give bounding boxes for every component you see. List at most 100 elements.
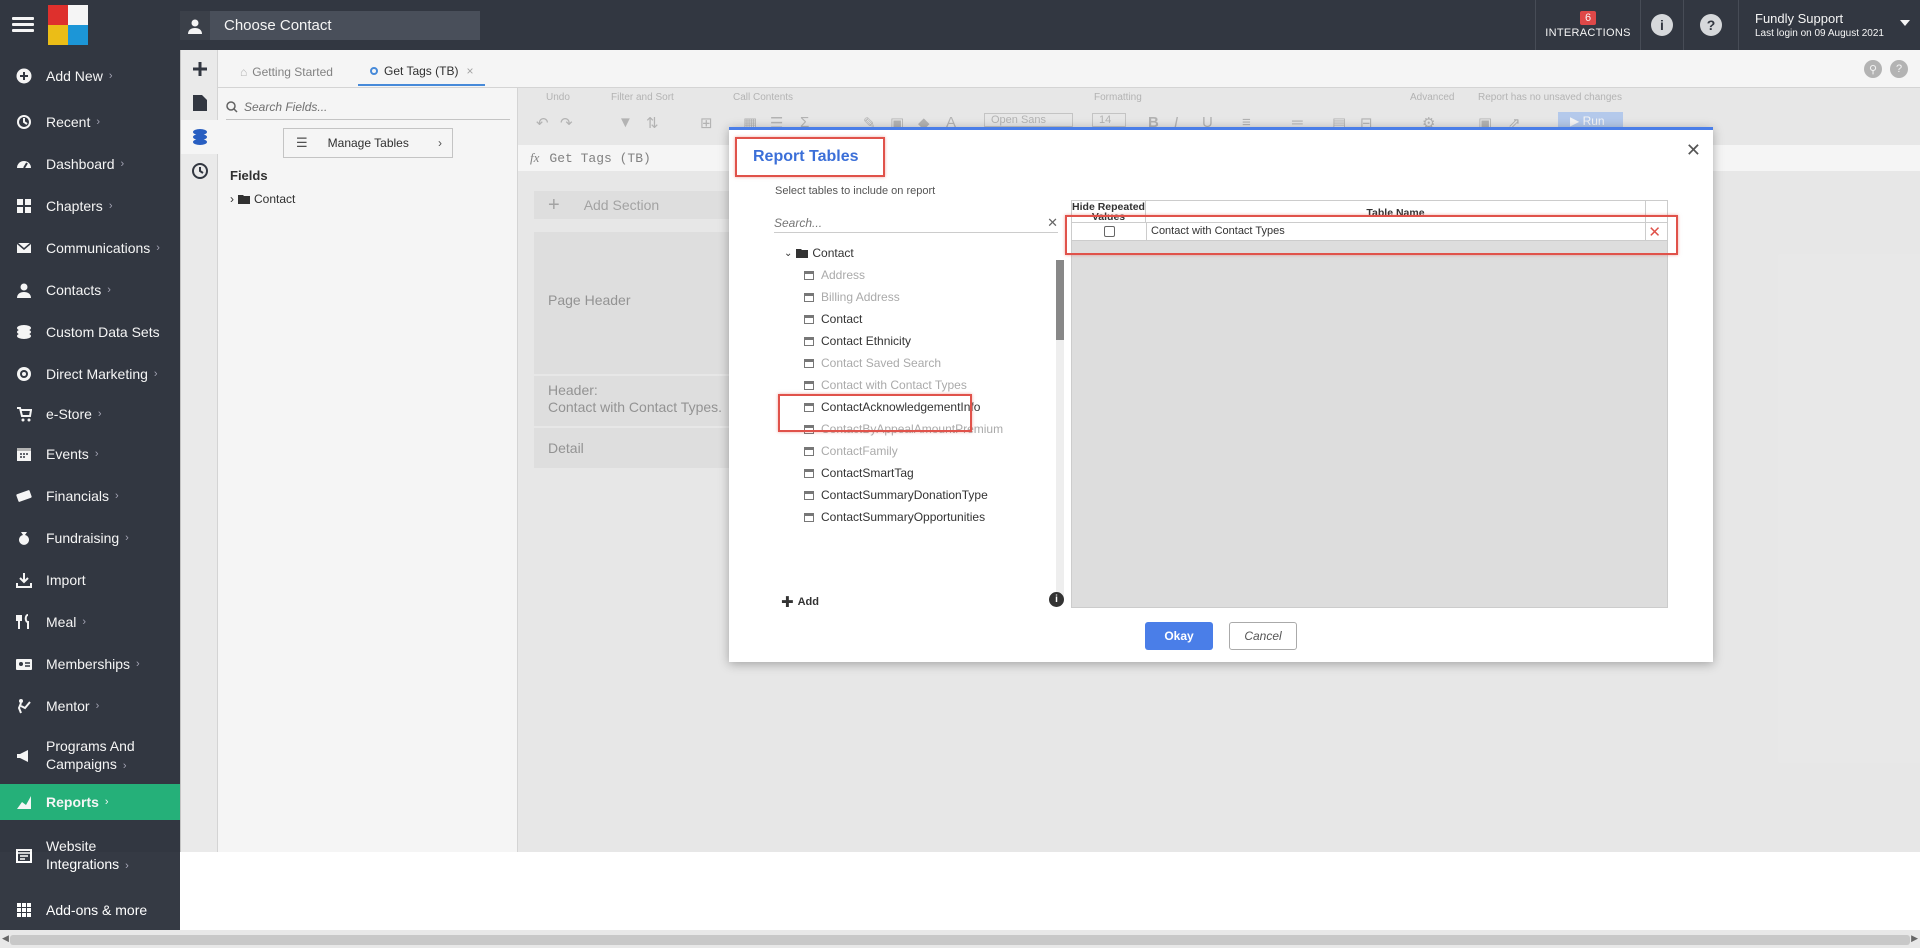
interactions-button[interactable]: 6 INTERACTIONS bbox=[1535, 0, 1640, 50]
chevron-right-icon: › bbox=[97, 408, 102, 420]
scrollbar-thumb[interactable] bbox=[1056, 260, 1064, 340]
chevron-down-icon[interactable]: ⌄ bbox=[784, 248, 792, 259]
add-table-button[interactable]: ✚ Add bbox=[781, 593, 819, 611]
list-item[interactable]: ContactSmartTag bbox=[804, 462, 914, 484]
sidebar-item-reports[interactable]: Reports › bbox=[0, 784, 180, 820]
list-item-label: ContactSummaryDonationType bbox=[821, 488, 988, 502]
tab-get-tags[interactable]: Get Tags (TB) × bbox=[358, 58, 486, 86]
user-menu[interactable]: Fundly Support Last login on 09 August 2… bbox=[1738, 0, 1920, 50]
close-icon[interactable]: ✕ bbox=[1686, 140, 1701, 161]
header-table-label: Contact with Contact Types. bbox=[548, 399, 723, 415]
sidebar-item-website-integrations[interactable]: Website Integrations › bbox=[0, 836, 180, 876]
okay-button[interactable]: Okay bbox=[1145, 622, 1213, 650]
sidebar-item-e-store[interactable]: e-Store › bbox=[0, 400, 180, 428]
manage-tables-button[interactable]: ☰ Manage Tables › bbox=[283, 128, 453, 158]
choose-contact-box[interactable]: Choose Contact bbox=[180, 11, 480, 40]
font-select[interactable]: Open Sans bbox=[984, 113, 1074, 127]
chevron-right-icon: › bbox=[96, 116, 101, 128]
sidebar-item-recent[interactable]: Recent › bbox=[0, 108, 180, 136]
chevron-right-icon[interactable]: › bbox=[230, 192, 234, 206]
plus-icon[interactable] bbox=[181, 52, 218, 86]
chevron-right-icon: › bbox=[125, 860, 129, 872]
search-fields-input[interactable] bbox=[244, 99, 494, 114]
sidebar-item-programs-and-campaigns[interactable]: Programs And Campaigns › bbox=[0, 736, 180, 776]
sidebar-item-mentor[interactable]: Mentor › bbox=[0, 692, 180, 720]
header-band[interactable]: Header: Contact with Contact Types. bbox=[534, 376, 734, 426]
sidebar-item-label: Direct Marketing bbox=[46, 366, 148, 382]
table-search-input[interactable] bbox=[774, 215, 1034, 230]
clear-search-icon[interactable]: ✕ bbox=[1047, 215, 1058, 231]
table-icon bbox=[804, 336, 814, 346]
sidebar-item-add-new[interactable]: Add New › bbox=[0, 62, 180, 90]
scroll-right-icon[interactable]: ▶ bbox=[1911, 933, 1918, 944]
info-button[interactable]: i bbox=[1640, 0, 1683, 50]
money-icon bbox=[16, 488, 32, 504]
cancel-button[interactable]: Cancel bbox=[1229, 622, 1297, 650]
designer-toolstrip bbox=[180, 50, 218, 852]
interactions-count-badge: 6 bbox=[1579, 11, 1597, 25]
redo-icon[interactable]: ↷ bbox=[560, 114, 573, 132]
add-section-label: Add Section bbox=[583, 197, 660, 213]
tree-root-contact[interactable]: ⌄ Contact bbox=[784, 242, 854, 264]
horizontal-scrollbar[interactable] bbox=[10, 935, 1910, 945]
page-header-band[interactable]: Page Header bbox=[534, 232, 734, 374]
document-icon[interactable] bbox=[181, 86, 218, 120]
info-icon[interactable]: i bbox=[1049, 592, 1064, 607]
link-icon[interactable]: ⚲ bbox=[1864, 60, 1882, 78]
undo-icon[interactable]: ↶ bbox=[536, 114, 549, 132]
table-search-box: ✕ bbox=[774, 213, 1058, 233]
list-item[interactable]: Billing Address bbox=[804, 286, 900, 308]
list-item-label: Address bbox=[821, 268, 866, 282]
scroll-left-icon[interactable]: ◀ bbox=[2, 933, 9, 944]
sidebar-item-communications[interactable]: Communications › bbox=[0, 234, 180, 262]
sidebar-item-label-line2: Campaigns bbox=[46, 756, 117, 772]
list-item[interactable]: Address bbox=[804, 264, 865, 286]
sidebar-item-chapters[interactable]: Chapters › bbox=[0, 192, 180, 220]
list-item[interactable]: Contact with Contact Types bbox=[804, 374, 967, 396]
list-item[interactable]: Contact bbox=[804, 308, 862, 330]
filter-icon[interactable]: ▼ bbox=[618, 114, 633, 131]
sort-icon[interactable]: ⇅ bbox=[646, 114, 659, 132]
list-item-label: Contact Saved Search bbox=[821, 356, 942, 370]
list-item-label: ContactSmartTag bbox=[821, 466, 914, 480]
table-icon bbox=[804, 358, 814, 368]
list-item-label: ContactSummaryOpportunities bbox=[821, 510, 986, 524]
add-section-button[interactable]: + Add Section bbox=[534, 191, 734, 219]
sidebar-item-fundraising[interactable]: Fundraising › bbox=[0, 524, 180, 552]
chevron-right-icon: › bbox=[108, 70, 113, 82]
sidebar-item-events[interactable]: Events › bbox=[0, 440, 180, 468]
help-button[interactable]: ? bbox=[1683, 0, 1738, 50]
tree-item-contact[interactable]: › Contact bbox=[230, 192, 295, 206]
sidebar-item-meal[interactable]: Meal › bbox=[0, 608, 180, 636]
hamburger-menu-icon[interactable] bbox=[12, 14, 34, 36]
help-icon[interactable]: ? bbox=[1890, 60, 1908, 78]
question-icon: ? bbox=[1700, 14, 1722, 36]
detail-band[interactable]: Detail bbox=[534, 428, 734, 468]
chevron-right-icon: › bbox=[125, 532, 129, 544]
clock-icon[interactable] bbox=[181, 154, 218, 188]
sidebar-item-custom-data-sets[interactable]: Custom Data Sets bbox=[0, 318, 180, 346]
list-item-label: Contact bbox=[821, 312, 863, 326]
envelope-icon bbox=[16, 240, 32, 256]
sidebar-item-contacts[interactable]: Contacts › bbox=[0, 276, 180, 304]
tab-getting-started[interactable]: ⌂ Getting Started bbox=[228, 58, 345, 86]
sidebar-item-dashboard[interactable]: Dashboard › bbox=[0, 150, 180, 178]
table-list-scrollbar[interactable] bbox=[1056, 260, 1064, 600]
sidebar-item-financials[interactable]: Financials › bbox=[0, 482, 180, 510]
insert-icon[interactable]: ⊞ bbox=[700, 114, 713, 132]
sidebar-item-import[interactable]: Import bbox=[0, 566, 180, 594]
sidebar-item-direct-marketing[interactable]: Direct Marketing › bbox=[0, 360, 180, 388]
app-logo[interactable] bbox=[48, 5, 88, 45]
list-item[interactable]: ContactFamily bbox=[804, 440, 898, 462]
close-tab-icon[interactable]: × bbox=[466, 64, 473, 78]
list-item[interactable]: Contact Saved Search bbox=[804, 352, 941, 374]
sidebar-item-add-ons[interactable]: Add-ons & more bbox=[0, 896, 180, 924]
list-item[interactable]: ContactSummaryOpportunities bbox=[804, 506, 985, 528]
sidebar-item-memberships[interactable]: Memberships › bbox=[0, 650, 180, 678]
list-item[interactable]: ContactSummaryDonationType bbox=[804, 484, 988, 506]
list-item[interactable]: Contact Ethnicity bbox=[804, 330, 911, 352]
table-icon bbox=[804, 270, 814, 280]
add-label: Add bbox=[797, 596, 819, 608]
database-icon[interactable] bbox=[181, 120, 218, 154]
font-size-select[interactable]: 14 bbox=[1092, 113, 1127, 127]
